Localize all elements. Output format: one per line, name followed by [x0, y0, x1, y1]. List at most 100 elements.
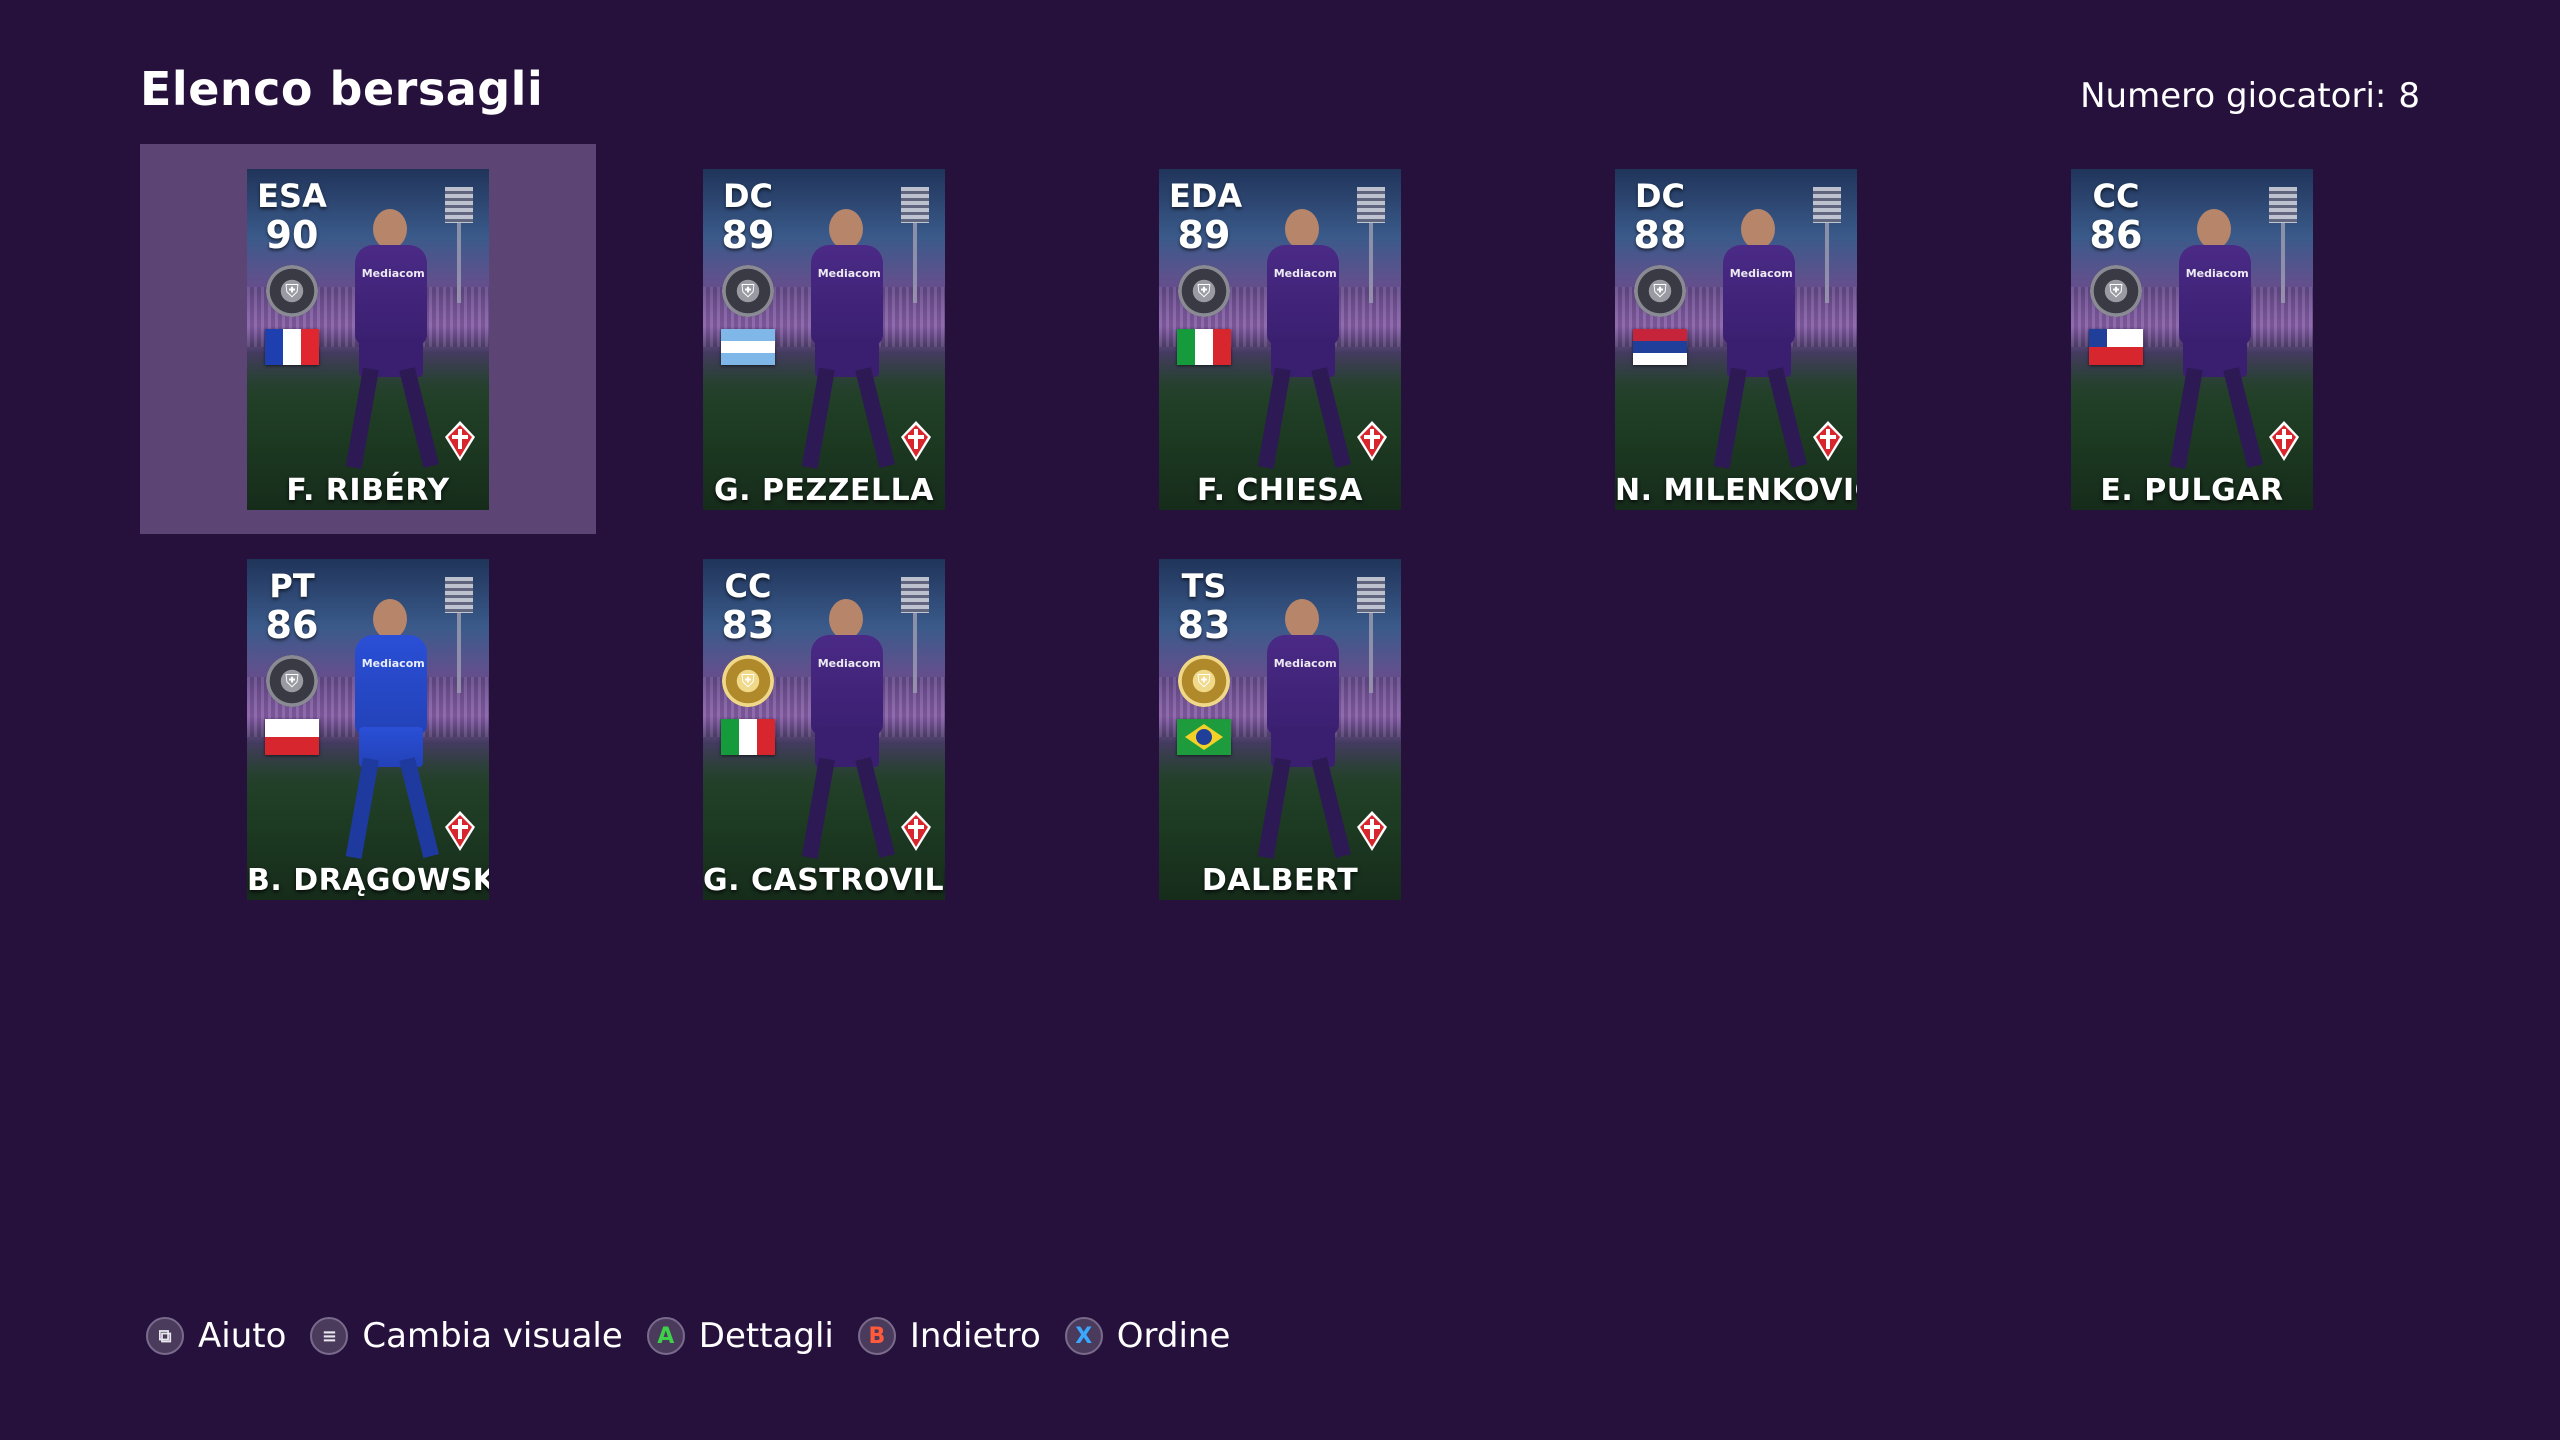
player-name: G. PEZZELLA [714, 473, 934, 508]
player-name: F. CHIESA [1196, 473, 1364, 508]
details-label: Dettagli [698, 1316, 834, 1356]
details-hint[interactable]: A Dettagli [646, 1316, 834, 1356]
black-medal-icon: ⛨ [2090, 265, 2142, 317]
menu-button-icon: ≡ [310, 1317, 349, 1355]
floodlight-icon [1357, 187, 1385, 303]
kit-sponsor: Mediacom [361, 267, 425, 280]
gold-medal-icon: ⛨ [1178, 655, 1230, 707]
player-card-slot[interactable]: Mediacom DC 89 ⛨ G. PEZZELLA [596, 144, 1052, 534]
x-button-icon: X [1064, 1317, 1103, 1355]
player-name: B. DRĄGOWSKI [247, 863, 489, 898]
help-hint[interactable]: ⧉ Aiuto [146, 1316, 286, 1356]
player-card[interactable]: Mediacom CC 86 ⛨ E. PULGAR [2071, 169, 2313, 510]
player-name: E. PULGAR [2100, 473, 2284, 508]
player-count-value: 8 [2398, 76, 2420, 116]
player-card[interactable]: Mediacom CC 83 ⛨ G. CASTROVILLI [703, 559, 945, 900]
player-name: F. RIBÉRY [286, 473, 450, 508]
order-hint[interactable]: X Ordine [1064, 1316, 1231, 1356]
kit-sponsor: Mediacom [817, 267, 881, 280]
fiorentina-crest-icon [445, 421, 475, 461]
black-medal-icon: ⛨ [266, 265, 318, 317]
player-position: ESA [257, 177, 327, 215]
player-rating: 89 [1177, 213, 1231, 257]
player-card[interactable]: Mediacom DC 88 ⛨ N. MILENKOVIĆ [1615, 169, 1857, 510]
kit-sponsor: Mediacom [1273, 267, 1337, 280]
player-position: CC [724, 567, 772, 605]
player-position: DC [722, 177, 774, 215]
player-card-slot[interactable]: Mediacom DC 88 ⛨ N. MILENKOVIĆ [1508, 144, 1964, 534]
button-hints-bar: ⧉ Aiuto ≡ Cambia visuale A Dettagli B In… [146, 1316, 1230, 1356]
player-position: EDA [1169, 177, 1243, 215]
player-image [335, 209, 445, 479]
floodlight-icon [2269, 187, 2297, 303]
kit-sponsor: Mediacom [1273, 657, 1337, 670]
fiorentina-crest-icon [901, 421, 931, 461]
player-card-grid: Mediacom ESA 90 ⛨ F. RIBÉRY Mediacom DC … [140, 144, 2420, 924]
player-position: CC [2092, 177, 2140, 215]
player-rating: 86 [265, 603, 319, 647]
fiorentina-crest-icon [2269, 421, 2299, 461]
kit-sponsor: Mediacom [817, 657, 881, 670]
floodlight-icon [901, 187, 929, 303]
player-card-slot[interactable]: Mediacom ESA 90 ⛨ F. RIBÉRY [140, 144, 596, 534]
back-hint[interactable]: B Indietro [857, 1316, 1041, 1356]
b-button-icon: B [857, 1317, 896, 1355]
serbia-flag [1633, 329, 1687, 365]
fiorentina-crest-icon [1357, 811, 1387, 851]
floodlight-icon [1813, 187, 1841, 303]
change-view-hint[interactable]: ≡ Cambia visuale [310, 1316, 623, 1356]
black-medal-icon: ⛨ [1178, 265, 1230, 317]
italy-flag [1177, 329, 1231, 365]
player-rating: 90 [265, 213, 319, 257]
player-card-slot[interactable]: Mediacom CC 83 ⛨ G. CASTROVILLI [596, 534, 1052, 924]
player-rating: 83 [1177, 603, 1231, 647]
player-rating: 89 [721, 213, 775, 257]
player-card-slot[interactable]: Mediacom EDA 89 ⛨ F. CHIESA [1052, 144, 1508, 534]
player-card-slot[interactable]: Mediacom TS 83 ⛨ DALBERT [1052, 534, 1508, 924]
player-card-slot[interactable]: Mediacom CC 86 ⛨ E. PULGAR [1964, 144, 2420, 534]
change-view-label: Cambia visuale [362, 1316, 623, 1356]
france-flag [265, 329, 319, 365]
floodlight-icon [445, 577, 473, 693]
player-position: PT [269, 567, 315, 605]
player-rating: 83 [721, 603, 775, 647]
page-title: Elenco bersagli [140, 62, 544, 116]
player-image [1247, 209, 1357, 479]
player-position: DC [1634, 177, 1686, 215]
player-position: TS [1181, 567, 1227, 605]
player-rating: 86 [2089, 213, 2143, 257]
player-card[interactable]: Mediacom DC 89 ⛨ G. PEZZELLA [703, 169, 945, 510]
player-image [2159, 209, 2269, 479]
argentina-flag [721, 329, 775, 365]
fiorentina-crest-icon [445, 811, 475, 851]
fiorentina-crest-icon [1813, 421, 1843, 461]
floodlight-icon [901, 577, 929, 693]
poland-flag [265, 719, 319, 755]
order-label: Ordine [1116, 1316, 1231, 1356]
italy-flag [721, 719, 775, 755]
black-medal-icon: ⛨ [266, 655, 318, 707]
player-card[interactable]: Mediacom PT 86 ⛨ B. DRĄGOWSKI [247, 559, 489, 900]
player-card-slot[interactable]: Mediacom PT 86 ⛨ B. DRĄGOWSKI [140, 534, 596, 924]
kit-sponsor: Mediacom [2185, 267, 2249, 280]
view-button-icon: ⧉ [146, 1317, 184, 1355]
fiorentina-crest-icon [1357, 421, 1387, 461]
fiorentina-crest-icon [901, 811, 931, 851]
brazil-flag [1177, 719, 1231, 755]
kit-sponsor: Mediacom [361, 657, 425, 670]
black-medal-icon: ⛨ [1634, 265, 1686, 317]
a-button-icon: A [646, 1317, 685, 1355]
player-name: DALBERT [1201, 863, 1359, 898]
chile-flag [2089, 329, 2143, 365]
player-name: N. MILENKOVIĆ [1615, 473, 1857, 508]
black-medal-icon: ⛨ [722, 265, 774, 317]
back-label: Indietro [909, 1316, 1041, 1356]
player-image [791, 209, 901, 479]
player-image [1703, 209, 1813, 479]
player-card[interactable]: Mediacom ESA 90 ⛨ F. RIBÉRY [247, 169, 489, 510]
player-count-label: Numero giocatori: [2080, 76, 2387, 116]
player-card[interactable]: Mediacom EDA 89 ⛨ F. CHIESA [1159, 169, 1401, 510]
player-rating: 88 [1633, 213, 1687, 257]
player-name: G. CASTROVILLI [703, 863, 945, 898]
player-card[interactable]: Mediacom TS 83 ⛨ DALBERT [1159, 559, 1401, 900]
